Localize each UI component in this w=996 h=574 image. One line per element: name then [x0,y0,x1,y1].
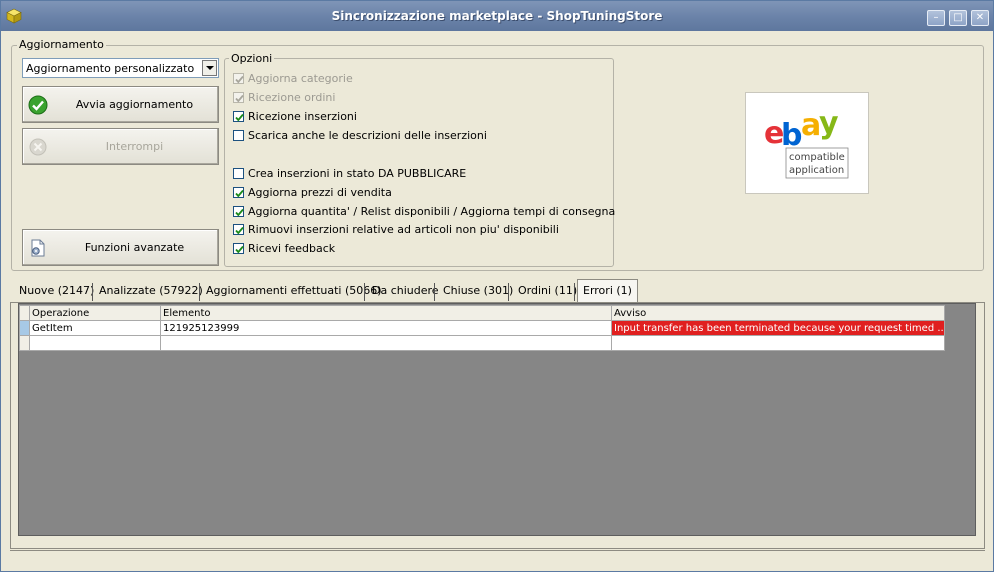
option-label: Scarica anche le descrizioni delle inser… [248,129,487,142]
checkbox-checked-icon [233,92,244,103]
logo-line2: application [789,165,844,176]
option-label: Ricevi feedback [248,242,336,255]
checkbox-checked-icon[interactable] [233,111,244,122]
ebay-compatible-logo: e b a y compatible application [745,92,869,194]
cell-operazione[interactable]: GetItem [29,320,161,336]
checkbox-unchecked-icon[interactable] [233,168,244,179]
option-label: Aggiorna quantita' / Relist disponibili … [248,205,616,218]
cell-operazione[interactable] [29,335,161,351]
cell-elemento[interactable]: 121925123999 [160,320,612,336]
tab-separator [508,283,509,301]
column-operazione[interactable]: Operazione [29,305,161,321]
tab-analizzate[interactable]: Analizzate (57922) [94,280,208,302]
checkbox-checked-icon [233,73,244,84]
option-label: Crea inserzioni in stato DA PUBBLICARE [248,167,467,180]
row-selector[interactable] [19,335,30,351]
option-label: Aggiorna categorie [248,72,353,85]
checkbox-checked-icon[interactable] [233,224,244,235]
close-button[interactable]: ✕ [971,10,989,26]
logo-line1: compatible [789,152,845,163]
option-label: Ricezione ordini [248,91,336,104]
tab-separator [434,283,435,301]
ebay-logo-icon: e b a y compatible application [764,106,849,179]
advanced-functions-button[interactable]: Funzioni avanzate [22,229,219,266]
bottom-divider [10,550,985,551]
document-gear-icon [31,239,45,257]
cell-avviso-error[interactable]: Input transfer has been terminated becau… [611,320,945,336]
aggiornamento-group-label: Aggiornamento [17,38,106,51]
table-row[interactable]: GetItem 121925123999 Input transfer has … [19,320,945,336]
start-update-label: Avvia aggiornamento [75,98,194,111]
checkbox-checked-icon[interactable] [233,206,244,217]
start-update-button[interactable]: Avvia aggiornamento [22,86,219,123]
cell-avviso[interactable] [611,335,945,351]
checkbox-unchecked-icon[interactable] [233,130,244,141]
advanced-functions-label: Funzioni avanzate [84,241,185,254]
tab-nuove[interactable]: Nuove (2147) [14,280,99,302]
column-elemento[interactable]: Elemento [160,305,612,321]
tab-separator [574,283,575,301]
title-bar[interactable]: Sincronizzazione marketplace - ShopTunin… [1,1,993,31]
opzioni-group-label: Opzioni [229,52,275,65]
stop-button[interactable]: Interrompi [22,128,219,165]
minimize-button[interactable]: – [927,10,945,26]
tab-separator [364,283,365,301]
cell-elemento[interactable] [160,335,612,351]
stop-label: Interrompi [105,140,164,153]
tab-separator [199,283,200,301]
errors-grid[interactable]: Operazione Elemento Avviso GetItem 12192… [19,305,945,351]
option-label: Ricezione inserzioni [248,110,357,123]
tab-aggiornamenti-effettuati[interactable]: Aggiornamenti effettuati (5066) [201,280,387,302]
option-label: Aggiorna prezzi di vendita [248,186,392,199]
row-selector[interactable] [19,320,30,336]
checkbox-checked-icon[interactable] [233,243,244,254]
column-avviso[interactable]: Avviso [611,305,945,321]
tab-da-chiudere[interactable]: Da chiudere [367,280,444,302]
grid-header-row: Operazione Elemento Avviso [19,305,945,321]
update-mode-value: Aggiornamento personalizzato [26,62,195,75]
svg-text:y: y [819,106,839,141]
maximize-button[interactable]: □ [949,10,967,26]
option-label: Rimuovi inserzioni relative ad articoli … [248,223,559,236]
grid-corner [19,305,30,321]
window-title: Sincronizzazione marketplace - ShopTunin… [331,9,663,23]
checkmark-icon [28,95,48,115]
checkbox-checked-icon[interactable] [233,187,244,198]
update-mode-select[interactable]: Aggiornamento personalizzato [22,58,219,78]
tab-ordini[interactable]: Ordini (11) [513,280,582,302]
results-tabs: Nuove (2147) Analizzate (57922) Aggiorna… [14,279,996,302]
tab-chiuse[interactable]: Chiuse (301) [438,280,518,302]
stop-icon [29,138,47,156]
tab-errori[interactable]: Errori (1) [577,279,638,302]
tab-separator [92,283,93,301]
table-row[interactable] [19,335,945,351]
chevron-down-icon[interactable] [202,60,217,76]
